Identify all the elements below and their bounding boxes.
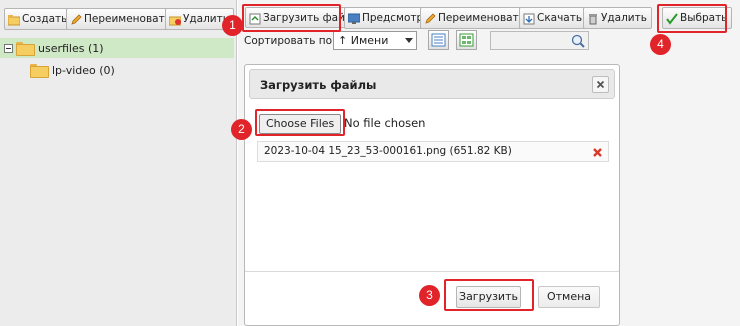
rename-file-label: Переименовать (438, 12, 525, 24)
rename-folder-button[interactable]: Переименовать (66, 8, 176, 30)
delete-file-button[interactable]: Удалить (583, 7, 652, 29)
chevron-down-icon (405, 38, 413, 43)
trash-icon (587, 12, 599, 25)
monitor-icon (347, 12, 361, 24)
upload-file-label: Загрузить файл (263, 11, 352, 24)
cancel-button[interactable]: Отмена (538, 286, 600, 308)
select-file-label: Выбрать (680, 12, 728, 24)
upload-file-button[interactable]: Загрузить файл (245, 7, 357, 28)
rename-folder-label: Переименовать (84, 13, 171, 25)
grid-view-button[interactable] (456, 30, 477, 50)
folder-icon (30, 64, 49, 78)
callout-badge-3: 3 (419, 285, 440, 306)
download-label: Скачать (537, 12, 583, 24)
tree-item-label: lp-video (0) (52, 63, 115, 77)
close-icon (596, 80, 605, 89)
folder-delete-icon (168, 13, 182, 26)
no-file-text: No file chosen (344, 116, 426, 130)
preview-button[interactable]: Предсмотр (344, 7, 429, 29)
search-icon[interactable] (571, 34, 585, 48)
queued-file-name: 2023-10-04 15_23_53-000161.png (651.82 K… (264, 145, 512, 157)
dialog-title: Загрузить файлы (260, 78, 377, 92)
upload-icon (249, 12, 261, 24)
queued-file-item: 2023-10-04 15_23_53-000161.png (651.82 K… (257, 141, 609, 162)
pencil-icon (70, 13, 82, 25)
tree-item-label: userfiles (1) (38, 41, 104, 55)
callout-badge-1: 1 (222, 15, 243, 36)
download-icon (523, 12, 535, 25)
sort-select[interactable]: ↑ Имени (333, 31, 417, 50)
select-file-button[interactable]: Выбрать (662, 7, 733, 29)
choose-files-button[interactable]: Choose Files (259, 114, 342, 134)
search-input[interactable] (490, 31, 589, 50)
sort-label: Сортировать по: (244, 35, 336, 47)
download-button[interactable]: Скачать (519, 7, 588, 29)
dialog-title-bar: Загрузить файлы (249, 69, 615, 99)
folder-open-icon (16, 42, 35, 56)
close-button[interactable] (592, 76, 609, 93)
pencil-icon (424, 12, 436, 24)
list-view-button[interactable] (428, 30, 449, 50)
grid-view-icon (459, 33, 474, 47)
upload-button[interactable]: Загрузить (456, 286, 521, 308)
folder-pane: Создать Переименовать Удалить userfiles … (0, 0, 237, 326)
tree-item-userfiles[interactable]: userfiles (1) (0, 38, 234, 58)
preview-label: Предсмотр (362, 12, 424, 24)
sort-selected-value: ↑ Имени (338, 34, 389, 47)
list-view-icon (431, 33, 446, 47)
tree-item-lp-video[interactable]: lp-video (0) (30, 60, 115, 80)
remove-file-icon[interactable] (592, 146, 603, 157)
rename-file-button[interactable]: Переименовать (420, 7, 530, 29)
callout-badge-2: 2 (231, 119, 252, 140)
delete-file-label: Удалить (601, 12, 647, 24)
create-folder-button[interactable]: Создать (4, 8, 73, 30)
checkmark-icon (666, 12, 678, 25)
collapse-toggle-icon[interactable] (4, 43, 13, 53)
folder-add-icon (7, 13, 21, 26)
create-folder-label: Создать (22, 13, 68, 25)
footer-divider (245, 271, 619, 272)
callout-badge-4: 4 (650, 34, 671, 55)
